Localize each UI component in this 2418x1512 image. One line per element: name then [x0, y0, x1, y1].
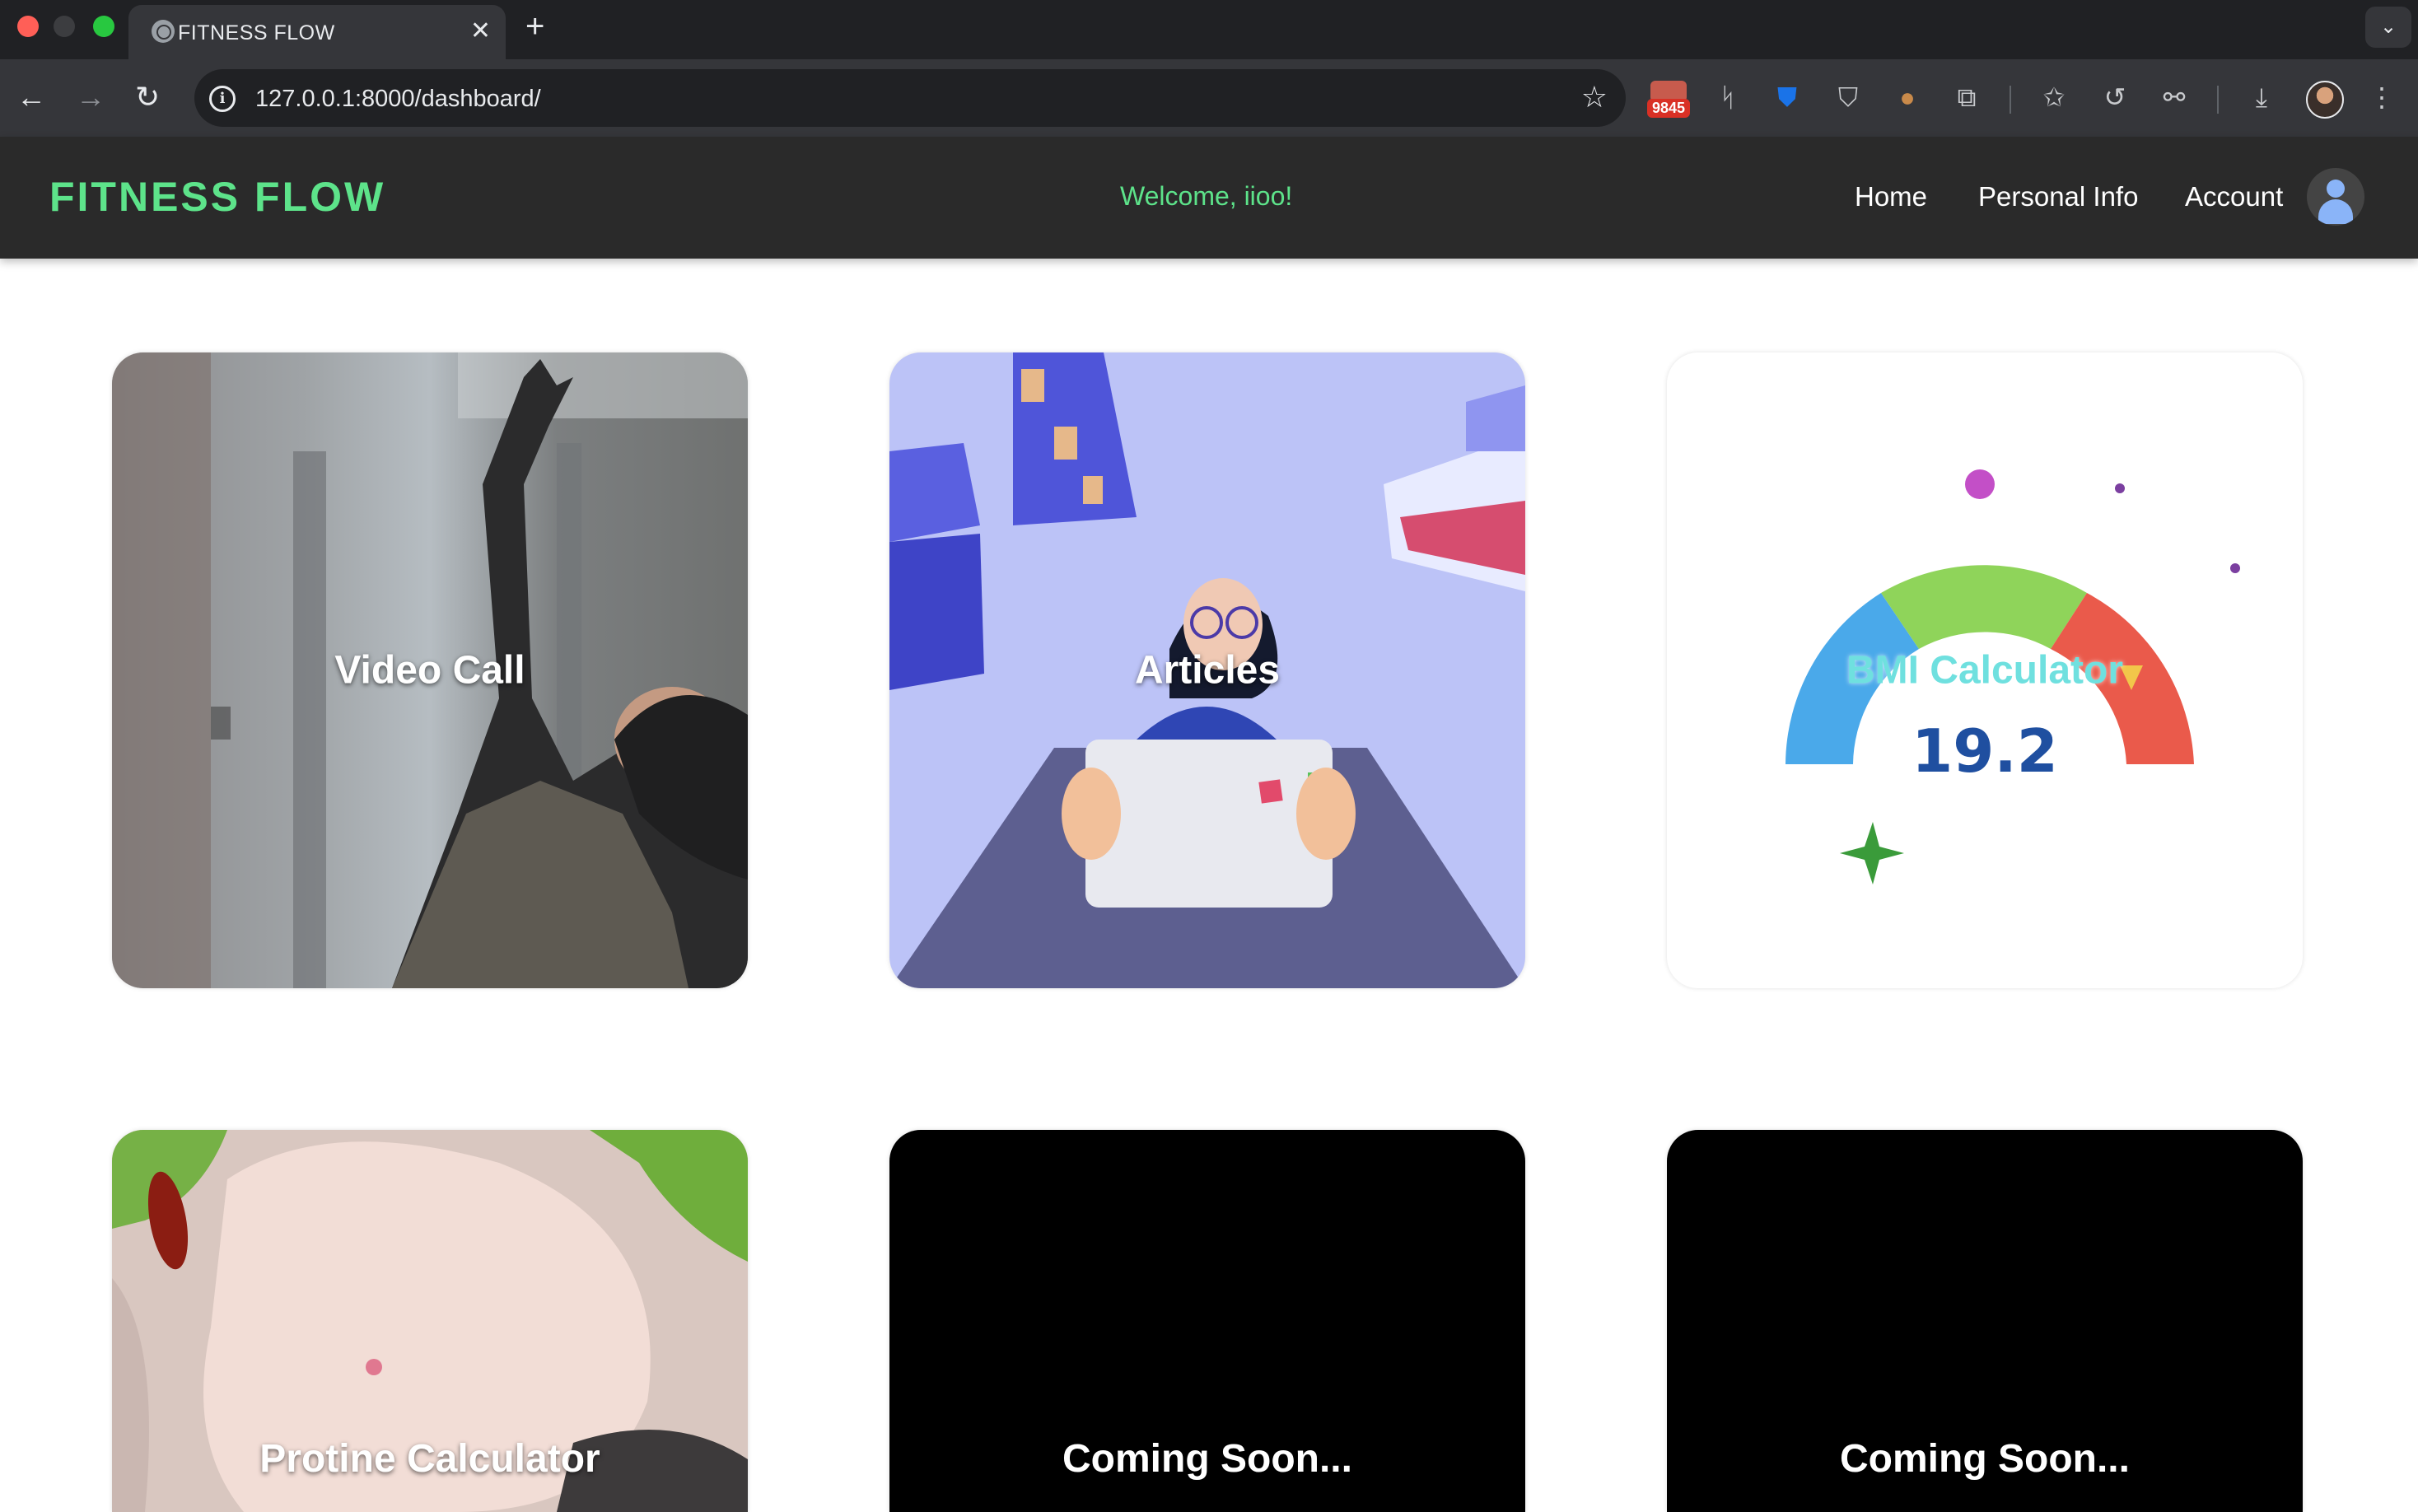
nav-link-account[interactable]: Account [2185, 181, 2283, 212]
address-bar[interactable]: i 127.0.0.1:8000/dashboard/ ☆ [194, 69, 1626, 127]
card-coming-soon-1[interactable]: Coming Soon... [889, 1130, 1525, 1512]
card-coming-soon-2[interactable]: Coming Soon... [1667, 1130, 2303, 1512]
card-label-bmi-calculator: BMI Calculator [1846, 648, 2124, 693]
window-maximize-button[interactable] [93, 16, 114, 37]
downloads-icon[interactable]: ⤓ [2243, 81, 2280, 114]
puzzle-icon[interactable]: ⧉ [1949, 81, 1985, 114]
back-icon[interactable]: ← [16, 79, 46, 115]
card-video-call[interactable]: Video Call [112, 352, 748, 988]
toolbar-separator [2010, 86, 2011, 114]
card-label-coming-soon-1: Coming Soon... [1062, 1437, 1352, 1481]
browser-tab-strip: FITNESS FLOW ✕ + ⌄ [0, 0, 2418, 59]
extension-badge-count: 9845 [1647, 99, 1691, 118]
kebab-menu-icon[interactable]: ⋮ [2364, 81, 2400, 114]
browser-tab[interactable]: FITNESS FLOW ✕ [128, 5, 506, 59]
shield-icon[interactable]: ⛊ [1769, 81, 1805, 114]
globe-icon [152, 20, 175, 43]
user-avatar[interactable] [2307, 168, 2364, 226]
welcome-message: Welcome, iioo! [1120, 181, 1293, 211]
profile-avatar[interactable] [2306, 81, 2344, 119]
info-icon[interactable]: i [209, 86, 236, 112]
cookie-icon[interactable]: ● [1889, 81, 1926, 114]
card-protine-calculator[interactable]: Protine Calculator [112, 1130, 748, 1512]
card-label-protine-calculator: Protine Calculator [259, 1437, 600, 1481]
card-label-articles: Articles [1134, 648, 1281, 693]
url-text[interactable]: 127.0.0.1:8000/dashboard/ [255, 86, 541, 113]
bmi-value: 19.2 [1912, 716, 2058, 786]
app-navbar: FITNESS FLOW Welcome, iioo! Home Persona… [0, 137, 2418, 259]
history-icon[interactable]: ↺ [2097, 81, 2133, 114]
new-tab-button[interactable]: + [525, 8, 544, 44]
privacy-badger-icon[interactable]: ⛉ [1830, 81, 1866, 114]
link-icon[interactable]: ⚯ [2156, 81, 2192, 114]
window-minimize-button[interactable] [54, 16, 75, 37]
card-bmi-calculator[interactable]: BMI Calculator 19.2 [1667, 352, 2303, 988]
nav-link-home[interactable]: Home [1855, 181, 1927, 212]
tab-search-button[interactable]: ⌄ [2365, 7, 2411, 48]
forward-icon[interactable]: → [76, 79, 105, 115]
tab-title: FITNESS FLOW [178, 21, 335, 44]
bookmark-star-icon[interactable]: ☆ [1581, 81, 1608, 114]
browser-toolbar: ← → ↻ i 127.0.0.1:8000/dashboard/ ☆ 9845… [0, 59, 2418, 137]
brand-logo[interactable]: FITNESS FLOW [49, 173, 385, 221]
extension-icon[interactable]: ᛋ [1710, 81, 1746, 114]
favorites-star-icon[interactable]: ✩ [2036, 81, 2072, 114]
nav-link-personal-info[interactable]: Personal Info [1978, 181, 2138, 212]
extension-badge-icon[interactable]: 9845 [1645, 81, 1695, 122]
card-label-video-call: Video Call [334, 648, 525, 693]
reload-icon[interactable]: ↻ [135, 79, 160, 115]
card-articles[interactable]: Articles [889, 352, 1525, 988]
toolbar-separator [2217, 86, 2219, 114]
tab-close-icon[interactable]: ✕ [470, 16, 491, 46]
window-close-button[interactable] [17, 16, 39, 37]
card-label-coming-soon-2: Coming Soon... [1840, 1437, 2130, 1481]
